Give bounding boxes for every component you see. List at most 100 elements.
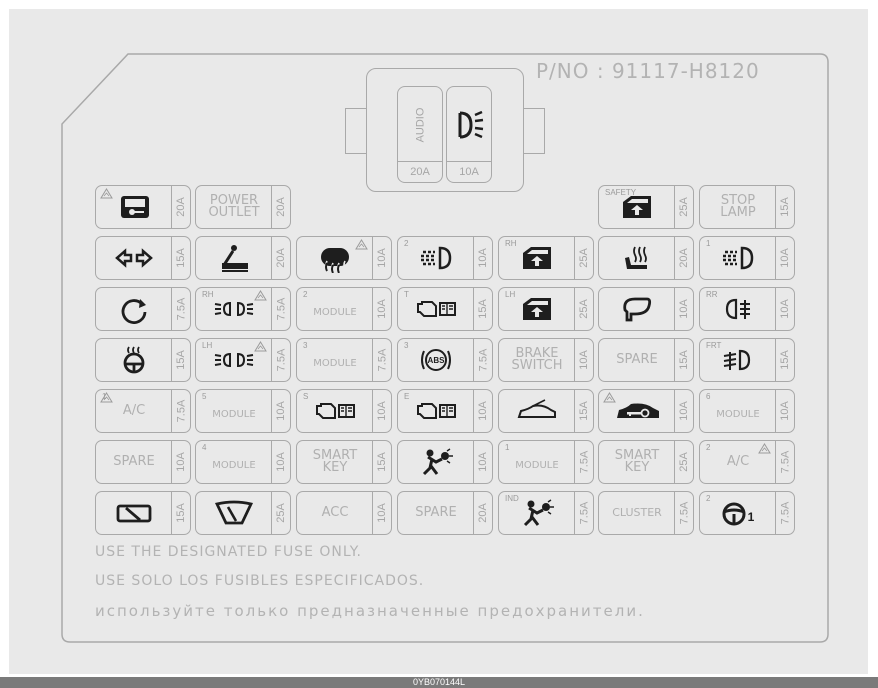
fuse-amperage: 25A <box>674 186 693 228</box>
fuse-f11[interactable]: 2 10A <box>397 236 493 280</box>
fuse-f34[interactable]: 10A <box>598 389 694 433</box>
audio-fuse-label: AUDIO <box>414 107 426 142</box>
side-lamp-icon <box>214 352 254 368</box>
fuse-amperage: 7.5A <box>674 492 693 534</box>
fuse-f43[interactable]: 15A <box>95 491 191 535</box>
fuse-f29[interactable]: A/C 1 7.5A <box>95 389 191 433</box>
fuse-superscript: 5 <box>202 392 207 401</box>
fuse-amperage-label: 15A <box>175 350 188 370</box>
fuse-f46[interactable]: SPARE 20A <box>397 491 493 535</box>
fuse-f15[interactable]: 7.5A <box>95 287 191 331</box>
fuse-amperage-label: 10A <box>275 452 288 472</box>
fuse-amperage-label: 7.5A <box>175 399 188 423</box>
warning-triangle-icon <box>254 341 267 352</box>
fuse-amperage: 7.5A <box>574 492 593 534</box>
fuse-amperage: 25A <box>271 492 290 534</box>
fuse-f42[interactable]: A/C 2 7.5A <box>699 440 795 484</box>
fuse-f33[interactable]: 15A <box>498 389 594 433</box>
fuse-f41[interactable]: SMART KEY 25A <box>598 440 694 484</box>
fuse-main: MODULE <box>700 390 776 432</box>
fuse-amperage-label: 25A <box>578 248 591 268</box>
headlamp-icon <box>723 246 754 270</box>
fuse-f26[interactable]: BRAKE SWITCH 10A <box>498 338 594 382</box>
fuse-f39[interactable]: 10A <box>397 440 493 484</box>
fuse-superscript: S <box>303 392 309 401</box>
fuse-f49[interactable]: 1 2 7.5A <box>699 491 795 535</box>
fuse-f08[interactable]: 15A <box>95 236 191 280</box>
fuse-amperage: 10A <box>674 390 693 432</box>
fuse-f22[interactable]: 15A <box>95 338 191 382</box>
fuse-amperage: 10A <box>674 288 693 330</box>
fuse-f30[interactable]: MODULE 5 10A <box>195 389 291 433</box>
fuse-f40[interactable]: MODULE 1 7.5A <box>498 440 594 484</box>
fuse-amperage: 10A <box>473 441 492 483</box>
steering-heat-icon <box>123 346 145 374</box>
fuse-f27[interactable]: SPARE 15A <box>598 338 694 382</box>
fuse-f36[interactable]: SPARE 10A <box>95 440 191 484</box>
fuse-amperage-label: 15A <box>175 503 188 523</box>
fuse-amperage: 10A <box>775 390 794 432</box>
audio-fuse[interactable]: AUDIO 20A <box>397 86 443 183</box>
fuse-amperage-label: 15A <box>578 401 591 421</box>
fuse-label: BRAKE SWITCH <box>511 346 563 373</box>
fuse-f18[interactable]: T 15A <box>397 287 493 331</box>
fuse-f45[interactable]: ACC 10A <box>296 491 392 535</box>
fuse-f28[interactable]: FRT 15A <box>699 338 795 382</box>
fuse-f17[interactable]: MODULE 2 10A <box>296 287 392 331</box>
fuse-f35[interactable]: MODULE 6 10A <box>699 389 795 433</box>
fuse-f32[interactable]: E 10A <box>397 389 493 433</box>
fuse-f38[interactable]: SMART KEY 15A <box>296 440 392 484</box>
fuse-amperage-label: 10A <box>779 248 792 268</box>
seat-heater-icon <box>625 246 647 269</box>
fuse-f37[interactable]: MODULE 4 10A <box>195 440 291 484</box>
fuse-amperage-label: 15A <box>477 299 490 319</box>
headlamp-icon <box>458 110 484 138</box>
fuse-amperage-label: 7.5A <box>578 450 591 474</box>
fuse-f31[interactable]: S 10A <box>296 389 392 433</box>
front-fog-icon <box>723 349 751 371</box>
fuse-superscript: T <box>404 290 409 299</box>
fuse-superscript: E <box>404 392 410 401</box>
fuse-f01[interactable]: 20A <box>95 185 191 229</box>
fuse-amperage: 10A <box>775 237 794 279</box>
audio-fuse-amp: 20A <box>398 161 442 182</box>
fuse-f25[interactable]: ABS 3 7.5A <box>397 338 493 382</box>
fuse-f02[interactable]: POWER OUTLET 20A <box>195 185 291 229</box>
fuse-amperage: 25A <box>674 441 693 483</box>
headlamp-relay-fuse[interactable]: 10A <box>446 86 492 183</box>
fuse-amperage-label: 10A <box>376 503 389 523</box>
fuse-f16[interactable]: RH 7.5A <box>195 287 291 331</box>
fuse-f44[interactable]: 25A <box>195 491 291 535</box>
fuse-f14[interactable]: 1 10A <box>699 236 795 280</box>
fuse-amperage-label: 10A <box>477 452 490 472</box>
fuse-label: SPARE <box>616 352 658 367</box>
fuse-f09[interactable]: 20A <box>195 236 291 280</box>
fuse-f24[interactable]: MODULE 3 7.5A <box>296 338 392 382</box>
fuse-f12[interactable]: RH 25A <box>498 236 594 280</box>
fuse-amperage-label: 15A <box>779 350 792 370</box>
fuse-amperage: 10A <box>372 237 391 279</box>
fuse-f13[interactable]: 20A <box>598 236 694 280</box>
fuse-superscript: 2 <box>706 443 711 452</box>
fuse-main: SPARE <box>398 492 474 534</box>
fuse-f23[interactable]: LH 7.5A <box>195 338 291 382</box>
fuse-amperage-label: 10A <box>578 350 591 370</box>
fuse-f47[interactable]: IND 7.5A <box>498 491 594 535</box>
fuse-f19[interactable]: LH 25A <box>498 287 594 331</box>
fuse-superscript: 2 <box>404 239 409 248</box>
fuse-amperage-label: 15A <box>779 197 792 217</box>
fuse-f06[interactable]: SAFETY 25A <box>598 185 694 229</box>
fuse-f07[interactable]: STOP LAMP 15A <box>699 185 795 229</box>
fuse-f48[interactable]: CLUSTER 7.5A <box>598 491 694 535</box>
fuse-f10[interactable]: 10A <box>296 236 392 280</box>
fuse-amperage: 10A <box>473 237 492 279</box>
steering-wheel-icon: 1 <box>722 502 755 526</box>
fuse-main: 1 <box>700 492 776 534</box>
headlamp-icon <box>421 246 452 270</box>
fuse-f20[interactable]: 10A <box>598 287 694 331</box>
fuse-label: MODULE <box>716 409 760 420</box>
fuse-main <box>96 288 172 330</box>
fuse-f21[interactable]: RR 10A <box>699 287 795 331</box>
fuse-superscript: 1 <box>505 443 510 452</box>
fuse-amperage-label: 20A <box>175 197 188 217</box>
